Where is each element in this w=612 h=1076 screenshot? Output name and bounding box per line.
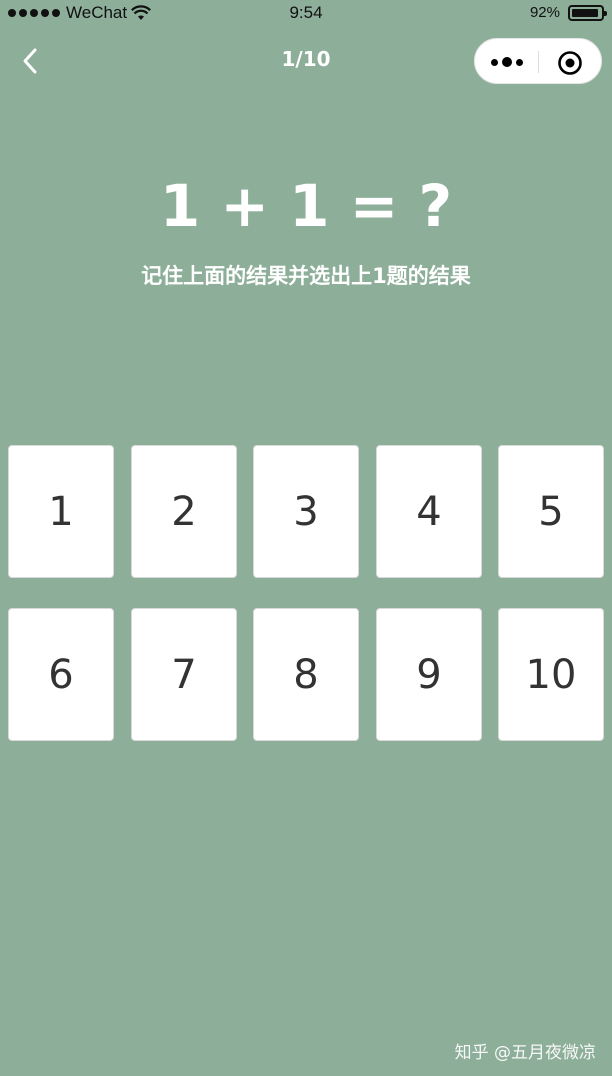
battery-icon: [568, 4, 607, 21]
more-dots-icon: [502, 57, 512, 67]
answer-card[interactable]: 5: [498, 445, 604, 578]
answer-card[interactable]: 8: [253, 608, 359, 741]
question-instruction: 记住上面的结果并选出上1题的结果: [141, 264, 471, 288]
answer-card[interactable]: 6: [8, 608, 114, 741]
status-bar: WeChat 9:54 92%: [0, 0, 612, 28]
mini-program-capsule: [474, 38, 602, 84]
record-target-icon: [558, 51, 582, 75]
watermark: 知乎 @五月夜微凉: [454, 1043, 596, 1063]
answer-card[interactable]: 7: [131, 608, 237, 741]
capsule-divider: [538, 51, 539, 73]
answer-card[interactable]: 4: [376, 445, 482, 578]
more-dots-icon: [491, 58, 498, 66]
status-time: 9:54: [289, 3, 323, 22]
answer-card[interactable]: 10: [498, 608, 604, 741]
answer-card[interactable]: 9: [376, 608, 482, 741]
back-button[interactable]: [14, 44, 48, 78]
screen: WeChat 9:54 92% 1/10 1 + 1 = ? 记住上面的结果并选…: [0, 0, 612, 1076]
more-dots-icon: [516, 58, 523, 66]
answer-card[interactable]: 2: [131, 445, 237, 578]
answer-card[interactable]: 3: [253, 445, 359, 578]
more-button[interactable]: [491, 52, 529, 72]
status-right: 92%: [529, 4, 607, 21]
question-expression: 1 + 1 = ?: [159, 172, 453, 240]
chevron-left-icon: [23, 48, 37, 74]
battery-fill: [572, 8, 598, 17]
battery-percent: 92%: [529, 4, 560, 21]
nav-bar: 1/10: [0, 36, 612, 84]
answer-card[interactable]: 1: [8, 445, 114, 578]
close-mini-program-button[interactable]: [557, 50, 583, 76]
